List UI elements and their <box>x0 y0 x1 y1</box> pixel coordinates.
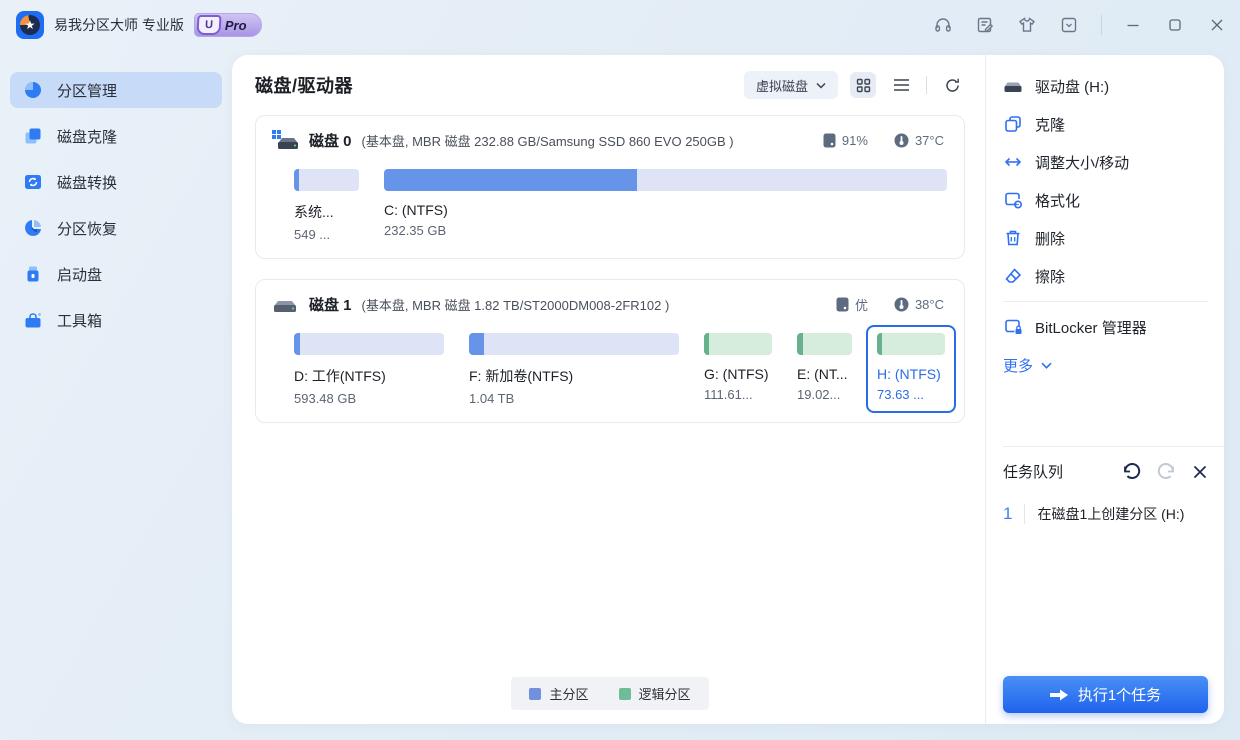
app-title: 易我分区大师 专业版 <box>54 17 184 33</box>
boot-disk-icon <box>27 266 39 282</box>
partition-e[interactable]: E: (NT... 19.02... <box>797 333 852 402</box>
action-delete[interactable]: 删除 <box>1003 219 1208 257</box>
close-icon[interactable] <box>1192 464 1208 480</box>
sidebar-item-toolbox[interactable]: 工具箱 <box>10 302 222 338</box>
pro-u-icon: U <box>196 15 222 35</box>
execute-tasks-button[interactable]: 执行1个任务 <box>1003 676 1208 713</box>
disk-health-icon <box>823 133 836 147</box>
toolbox-icon <box>25 313 41 328</box>
action-wipe[interactable]: 擦除 <box>1003 257 1208 295</box>
refresh-icon <box>945 78 959 92</box>
disk-details: (基本盘, MBR 磁盘 1.82 TB/ST2000DM008-2FR102 … <box>361 297 670 313</box>
list-view-button[interactable] <box>888 72 914 98</box>
disk-health-icon <box>836 297 849 311</box>
partition-system[interactable]: 系统... 549 ... <box>294 169 359 242</box>
partition-legend: 主分区 逻辑分区 <box>511 677 709 710</box>
thermometer-icon <box>894 133 909 147</box>
thermometer-icon <box>894 297 909 311</box>
task-queue-divider <box>1003 446 1224 447</box>
chevron-down-icon <box>1041 362 1052 369</box>
pro-badge: U Pro <box>193 13 262 37</box>
disk-name: 磁盘 0 <box>309 132 352 150</box>
wipe-icon <box>1003 266 1023 286</box>
partition-recovery-icon <box>25 220 41 236</box>
partition-f[interactable]: F: 新加卷(NTFS) 1.04 TB <box>469 333 679 406</box>
task-queue-title: 任务队列 <box>1003 464 1064 481</box>
task-list: 1 在磁盘1上创建分区 (H:) <box>1003 504 1208 676</box>
action-format[interactable]: 格式化 <box>1003 181 1208 219</box>
partition-c[interactable]: C: (NTFS) 232.35 GB <box>384 169 947 238</box>
task-number: 1 <box>1003 504 1026 524</box>
refresh-button[interactable] <box>939 72 965 98</box>
system-disk-icon <box>272 130 298 149</box>
clone-icon <box>1003 114 1023 134</box>
disk-details: (基本盘, MBR 磁盘 232.88 GB/Samsung SSD 860 E… <box>361 133 734 149</box>
action-drive[interactable]: 驱动盘 (H:) <box>1003 67 1208 105</box>
disk-clone-icon <box>25 128 41 144</box>
dropdown-panel-icon[interactable] <box>1059 15 1079 35</box>
partition-manage-icon <box>25 82 41 98</box>
list-view-icon <box>893 79 909 91</box>
disk-health: 优 <box>836 295 868 314</box>
titlebar: ★ 易我分区大师 专业版 U Pro <box>0 0 1240 50</box>
more-actions[interactable]: 更多 <box>1003 346 1208 384</box>
theme-icon[interactable] <box>1017 15 1037 35</box>
titlebar-separator <box>1101 15 1102 35</box>
sidebar-item-boot-disk[interactable]: 启动盘 <box>10 256 222 292</box>
disk-convert-icon <box>25 175 41 189</box>
main-panel: 磁盘/驱动器 虚拟磁盘 磁盘 0 (基本盘, MBR 磁盘 232.88 GB/… <box>232 55 1224 724</box>
action-clone[interactable]: 克隆 <box>1003 105 1208 143</box>
hard-disk-icon <box>274 301 296 312</box>
drive-icon <box>1003 76 1023 96</box>
partition-h-selected[interactable]: H: (NTFS) 73.63 ... <box>866 325 956 413</box>
task-label: 在磁盘1上创建分区 (H:) <box>1037 506 1185 522</box>
task-item: 1 在磁盘1上创建分区 (H:) <box>1003 504 1208 524</box>
actions-panel: 驱动盘 (H:) 克隆 调整大小/移动 格式化 删除 擦除 BitLocker … <box>985 55 1224 724</box>
undo-icon[interactable] <box>1122 463 1141 480</box>
delete-icon <box>1003 228 1023 248</box>
app-logo-icon: ★ <box>16 11 44 39</box>
resize-move-icon <box>1003 152 1023 172</box>
grid-view-icon <box>856 78 870 92</box>
grid-view-button[interactable] <box>850 72 876 98</box>
maximize-button[interactable] <box>1166 16 1184 34</box>
close-button[interactable] <box>1208 16 1226 34</box>
headset-icon[interactable] <box>933 15 953 35</box>
disk-card-0[interactable]: 磁盘 0 (基本盘, MBR 磁盘 232.88 GB/Samsung SSD … <box>255 115 965 259</box>
sidebar-item-disk-convert[interactable]: 磁盘转换 <box>10 164 222 200</box>
sidebar-item-partition-manage[interactable]: 分区管理 <box>10 72 222 108</box>
action-bitlocker[interactable]: BitLocker 管理器 <box>1003 308 1208 346</box>
legend-primary: 主分区 <box>529 684 589 703</box>
chevron-down-icon <box>816 82 826 89</box>
primary-color-swatch <box>529 687 542 700</box>
partition-g[interactable]: G: (NTFS) 111.61... <box>704 333 772 402</box>
feedback-icon[interactable] <box>975 15 995 35</box>
logical-color-swatch <box>618 687 631 700</box>
page-title: 磁盘/驱动器 <box>255 76 354 96</box>
legend-logical: 逻辑分区 <box>618 684 691 703</box>
disk-name: 磁盘 1 <box>309 296 352 314</box>
virtual-disk-dropdown[interactable]: 虚拟磁盘 <box>743 71 838 99</box>
header-separator <box>926 76 927 94</box>
partition-d[interactable]: D: 工作(NTFS) 593.48 GB <box>294 333 444 406</box>
format-icon <box>1003 190 1023 210</box>
sidebar-item-partition-recovery[interactable]: 分区恢复 <box>10 210 222 246</box>
sidebar: 分区管理 磁盘克隆 磁盘转换 分区恢复 启动盘 工具箱 <box>0 50 232 740</box>
disk-temperature: 38°C <box>894 297 944 312</box>
action-resize-move[interactable]: 调整大小/移动 <box>1003 143 1208 181</box>
sidebar-item-disk-clone[interactable]: 磁盘克隆 <box>10 118 222 154</box>
bitlocker-icon <box>1003 317 1023 337</box>
disk-list-area: 磁盘/驱动器 虚拟磁盘 磁盘 0 (基本盘, MBR 磁盘 232.88 GB/… <box>232 55 985 724</box>
actions-divider <box>1003 301 1208 302</box>
disk-card-1[interactable]: 磁盘 1 (基本盘, MBR 磁盘 1.82 TB/ST2000DM008-2F… <box>255 279 965 423</box>
minimize-button[interactable] <box>1124 16 1142 34</box>
redo-icon <box>1157 463 1176 480</box>
arrow-right-icon <box>1049 689 1068 700</box>
disk-temperature: 37°C <box>894 133 944 148</box>
disk-health: 91% <box>823 133 868 148</box>
